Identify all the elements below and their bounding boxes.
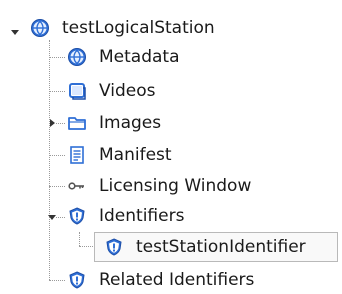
collapse-identifiers-toggle[interactable] [47, 212, 57, 222]
tree-node-identifiers[interactable]: Identifiers [67, 202, 184, 230]
tree-node-label: Licensing Window [99, 176, 252, 196]
tree-connector [49, 91, 65, 92]
shield-icon [67, 206, 87, 226]
tree-connector [79, 246, 95, 247]
tree-node-label: testLogicalStation [62, 18, 215, 38]
tree-node-manifest[interactable]: Manifest [67, 141, 172, 169]
tree-node-test-station-identifier[interactable]: testStationIdentifier [104, 233, 306, 261]
shield-icon [104, 237, 124, 257]
tree-node-licensing-window[interactable]: Licensing Window [67, 172, 251, 200]
tree-connector [49, 57, 65, 58]
tree-node-metadata[interactable]: Metadata [67, 43, 180, 71]
tree-node-videos[interactable]: Videos [67, 77, 156, 105]
folder-icon [67, 113, 87, 133]
tree-node-related-identifiers[interactable]: Related Identifiers [67, 266, 254, 294]
expand-images-toggle[interactable] [47, 118, 57, 128]
tree-connector [49, 186, 65, 187]
tree-connector [56, 217, 65, 218]
tree-node-images[interactable]: Images [67, 109, 161, 137]
tree-node-root[interactable]: testLogicalStation [30, 14, 215, 42]
window-icon [67, 81, 87, 101]
tree-node-label: Related Identifiers [99, 270, 255, 290]
globe-icon [67, 47, 87, 67]
tree-node-label: Identifiers [99, 206, 185, 226]
tree-node-label: testStationIdentifier [136, 237, 306, 257]
tree-node-label: Images [99, 113, 162, 133]
key-icon [67, 176, 87, 196]
tree-connector [49, 40, 50, 280]
globe-icon [30, 18, 50, 38]
tree-node-label: Metadata [99, 47, 180, 67]
tree-view: testLogicalStation Metadata Videos Image… [0, 0, 342, 291]
tree-connector [49, 280, 65, 281]
tree-node-label: Manifest [99, 145, 172, 165]
tree-connector [56, 123, 65, 124]
tree-connector [79, 232, 80, 246]
tree-connector [49, 155, 65, 156]
shield-icon [67, 270, 87, 290]
tree-node-label: Videos [99, 81, 156, 101]
collapse-root-toggle[interactable] [10, 27, 20, 37]
document-icon [67, 145, 87, 165]
